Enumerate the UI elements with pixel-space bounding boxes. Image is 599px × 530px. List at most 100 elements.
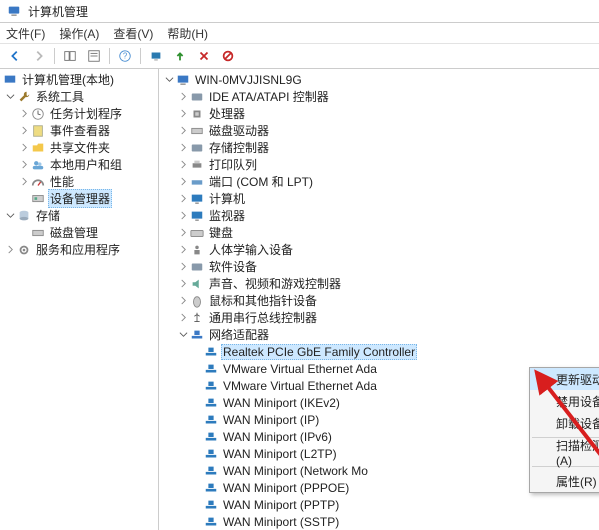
context-menu: 更新驱动程序(P) 禁用设备(D) 卸载设备(U) 扫描检测硬件改动(A) 属性… bbox=[529, 367, 599, 493]
cat-ide[interactable]: IDE ATA/ATAPI 控制器 bbox=[159, 88, 599, 105]
tree-label: 声音、视频和游戏控制器 bbox=[207, 275, 343, 292]
tree-services-apps[interactable]: 服务和应用程序 bbox=[0, 241, 158, 258]
caret-right-icon[interactable] bbox=[177, 210, 189, 222]
caret-right-icon[interactable] bbox=[18, 159, 30, 171]
ctx-scan-hardware[interactable]: 扫描检测硬件改动(A) bbox=[530, 441, 599, 463]
device-item[interactable]: Realtek PCIe GbE Family Controller bbox=[159, 343, 599, 360]
device-item[interactable]: WAN Miniport (PPTP) bbox=[159, 496, 599, 513]
left-tree: 计算机管理(本地) 系统工具 任务计划程序 事件查看器 共享文件夹 本地用户和组… bbox=[0, 69, 159, 530]
tree-storage[interactable]: 存储 bbox=[0, 207, 158, 224]
cat-network-adapters[interactable]: 网络适配器 bbox=[159, 326, 599, 343]
caret-down-icon[interactable] bbox=[4, 91, 16, 103]
tree-label: 网络适配器 bbox=[207, 326, 271, 343]
device-root[interactable]: WIN-0MVJJISNL9G bbox=[159, 71, 599, 88]
network-adapter-icon bbox=[204, 447, 218, 461]
tool-bar: ? bbox=[0, 43, 599, 69]
ctx-properties[interactable]: 属性(R) bbox=[530, 470, 599, 492]
menu-item-label: 属性(R) bbox=[556, 473, 597, 490]
cat-hid[interactable]: 人体学输入设备 bbox=[159, 241, 599, 258]
caret-right-icon[interactable] bbox=[177, 278, 189, 290]
tree-label: Realtek PCIe GbE Family Controller bbox=[221, 344, 417, 360]
tree-root[interactable]: 计算机管理(本地) bbox=[0, 71, 158, 88]
cat-keyboard-icon bbox=[190, 226, 204, 240]
ctx-uninstall-device[interactable]: 卸载设备(U) bbox=[530, 412, 599, 434]
ctx-update-driver[interactable]: 更新驱动程序(P) bbox=[530, 368, 599, 390]
caret-right-icon[interactable] bbox=[177, 244, 189, 256]
caret-right-icon[interactable] bbox=[177, 227, 189, 239]
menu-help[interactable]: 帮助(H) bbox=[167, 25, 208, 42]
network-adapter-icon bbox=[204, 345, 218, 359]
caret-down-icon[interactable] bbox=[4, 210, 16, 222]
tree-disk-mgmt[interactable]: 磁盘管理 bbox=[0, 224, 158, 241]
tree-label: WAN Miniport (SSTP) bbox=[221, 515, 341, 529]
ctx-disable-device[interactable]: 禁用设备(D) bbox=[530, 390, 599, 412]
tree-label: IDE ATA/ATAPI 控制器 bbox=[207, 88, 331, 105]
update-driver-button[interactable] bbox=[169, 46, 191, 66]
caret-right-icon[interactable] bbox=[177, 108, 189, 120]
cat-monitor[interactable]: 监视器 bbox=[159, 207, 599, 224]
caret-down-icon[interactable] bbox=[177, 329, 189, 341]
cat-software[interactable]: 软件设备 bbox=[159, 258, 599, 275]
caret-right-icon[interactable] bbox=[177, 159, 189, 171]
cat-ports[interactable]: 端口 (COM 和 LPT) bbox=[159, 173, 599, 190]
properties-button[interactable] bbox=[83, 46, 105, 66]
cat-computer[interactable]: 计算机 bbox=[159, 190, 599, 207]
caret-right-icon[interactable] bbox=[18, 125, 30, 137]
caret-right-icon[interactable] bbox=[177, 125, 189, 137]
tree-shared-folders[interactable]: 共享文件夹 bbox=[0, 139, 158, 156]
caret-right-icon[interactable] bbox=[177, 295, 189, 307]
caret-down-icon[interactable] bbox=[163, 74, 175, 86]
cat-software-icon bbox=[190, 260, 204, 274]
cat-cpu[interactable]: 处理器 bbox=[159, 105, 599, 122]
title-bar: 计算机管理 bbox=[0, 0, 599, 23]
caret-right-icon[interactable] bbox=[177, 312, 189, 324]
caret-right-icon[interactable] bbox=[18, 176, 30, 188]
cat-keyboard[interactable]: 键盘 bbox=[159, 224, 599, 241]
menu-action[interactable]: 操作(A) bbox=[59, 25, 99, 42]
tree-device-manager[interactable]: 设备管理器 bbox=[0, 190, 158, 207]
cat-usb[interactable]: 通用串行总线控制器 bbox=[159, 309, 599, 326]
menu-view[interactable]: 查看(V) bbox=[113, 25, 153, 42]
help-button[interactable]: ? bbox=[114, 46, 136, 66]
cat-ports-icon bbox=[190, 175, 204, 189]
caret-right-icon[interactable] bbox=[177, 176, 189, 188]
tree-system-tools[interactable]: 系统工具 bbox=[0, 88, 158, 105]
tree-label: WAN Miniport (Network Mo bbox=[221, 464, 370, 478]
device-item[interactable]: WAN Miniport (SSTP) bbox=[159, 513, 599, 530]
cat-cpu-icon bbox=[190, 107, 204, 121]
cat-mouse[interactable]: 鼠标和其他指针设备 bbox=[159, 292, 599, 309]
show-hide-button[interactable] bbox=[59, 46, 81, 66]
network-icon bbox=[190, 328, 204, 342]
caret-right-icon[interactable] bbox=[18, 142, 30, 154]
tree-label: 磁盘管理 bbox=[48, 224, 100, 241]
caret-right-icon[interactable] bbox=[177, 91, 189, 103]
disable-button[interactable] bbox=[217, 46, 239, 66]
tree-performance[interactable]: 性能 bbox=[0, 173, 158, 190]
caret-right-icon[interactable] bbox=[177, 193, 189, 205]
nav-fwd-button[interactable] bbox=[28, 46, 50, 66]
caret-right-icon[interactable] bbox=[177, 261, 189, 273]
tree-label: WAN Miniport (IPv6) bbox=[221, 430, 334, 444]
tree-local-users[interactable]: 本地用户和组 bbox=[0, 156, 158, 173]
app-title: 计算机管理 bbox=[26, 3, 90, 20]
nav-back-button[interactable] bbox=[4, 46, 26, 66]
caret-right-icon[interactable] bbox=[18, 108, 30, 120]
separator bbox=[140, 48, 141, 64]
cat-print-queue-icon bbox=[190, 158, 204, 172]
tree-label: 存储控制器 bbox=[207, 139, 271, 156]
caret-right-icon[interactable] bbox=[4, 244, 16, 256]
cat-storage-ctrl[interactable]: 存储控制器 bbox=[159, 139, 599, 156]
cat-print-queue[interactable]: 打印队列 bbox=[159, 156, 599, 173]
menu-file[interactable]: 文件(F) bbox=[6, 25, 45, 42]
caret-right-icon[interactable] bbox=[177, 142, 189, 154]
tree-event-viewer[interactable]: 事件查看器 bbox=[0, 122, 158, 139]
storage-icon bbox=[17, 209, 31, 223]
clock-icon bbox=[31, 107, 45, 121]
cat-sound-icon bbox=[190, 277, 204, 291]
tree-label: VMware Virtual Ethernet Ada bbox=[221, 379, 379, 393]
scan-button[interactable] bbox=[145, 46, 167, 66]
uninstall-button[interactable] bbox=[193, 46, 215, 66]
cat-sound[interactable]: 声音、视频和游戏控制器 bbox=[159, 275, 599, 292]
cat-disk[interactable]: 磁盘驱动器 bbox=[159, 122, 599, 139]
tree-task-scheduler[interactable]: 任务计划程序 bbox=[0, 105, 158, 122]
